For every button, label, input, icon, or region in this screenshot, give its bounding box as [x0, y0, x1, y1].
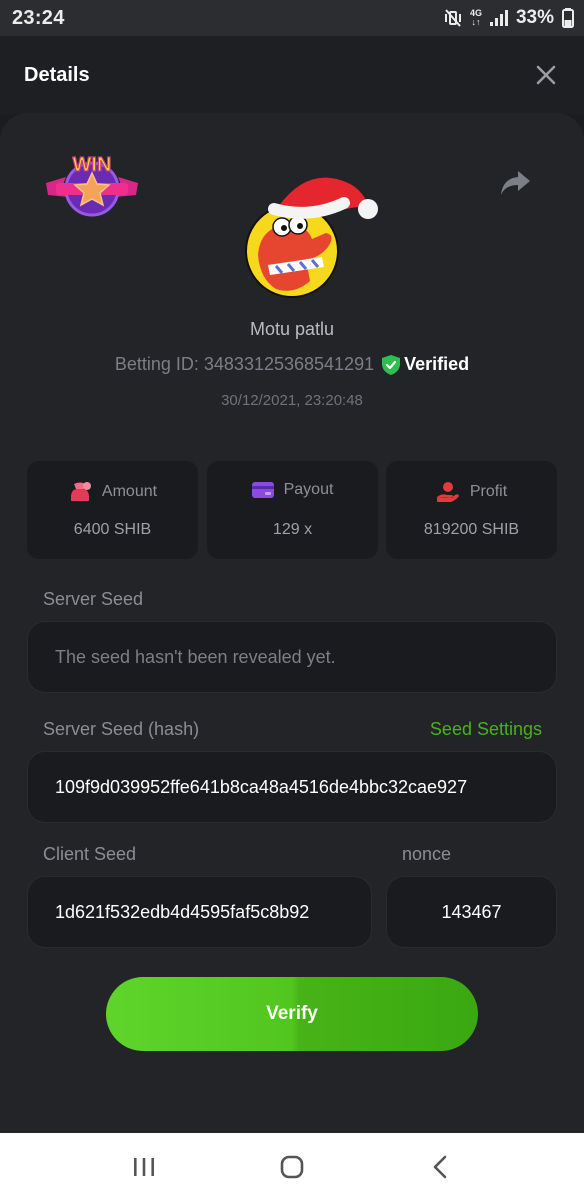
amount-label: Amount: [101, 483, 158, 500]
amount-value: 6400 SHIB: [73, 521, 152, 538]
recent-apps-button[interactable]: [124, 1147, 164, 1187]
page-title: Details: [24, 63, 90, 86]
server-seed-field[interactable]: The seed hasn't been revealed yet.: [27, 621, 557, 693]
payout-label: Payout: [283, 481, 334, 498]
verify-button[interactable]: Verify: [106, 977, 478, 1051]
details-card: WIN Motu patlu Betting ID: 3483312536854…: [0, 113, 584, 1133]
recent-apps-icon: [134, 1157, 154, 1176]
money-bag-icon: [70, 482, 91, 501]
network-type-icon: 4G ↓↑: [469, 8, 482, 27]
profit-label: Profit: [469, 483, 508, 500]
system-nav-bar: [0, 1133, 584, 1200]
signal-icon: [489, 10, 508, 26]
nonce-label: nonce: [402, 844, 452, 864]
client-seed-field[interactable]: 1d621f532edb4d4595faf5c8b92: [27, 876, 372, 948]
avatar: [245, 177, 378, 298]
profit-hand-icon: [436, 482, 459, 502]
share-button[interactable]: [498, 168, 532, 198]
stat-amount: Amount 6400 SHIB: [27, 461, 198, 559]
shield-check-icon: [382, 354, 401, 375]
verified-badge: Verified: [382, 354, 469, 375]
status-bar: 23:24 4G ↓↑ 33%: [0, 0, 584, 36]
battery-level: 33%: [515, 7, 554, 28]
player-name: Motu patlu: [249, 319, 335, 339]
status-icons: 4G ↓↑ 33%: [444, 7, 574, 29]
win-badge-icon: WIN: [46, 153, 138, 217]
stat-profit: Profit 819200 SHIB: [386, 461, 557, 559]
home-button[interactable]: [272, 1147, 312, 1187]
client-seed-value: 1d621f532edb4d4595faf5c8b92: [55, 901, 310, 922]
back-icon: [433, 1155, 447, 1178]
close-icon: [536, 65, 556, 85]
nonce-value: 143467: [441, 901, 502, 922]
stat-payout: Payout 129 x: [207, 461, 378, 559]
header: Details: [0, 36, 584, 114]
betting-id-row: Betting ID: 34833125368541291 Verified: [0, 354, 584, 375]
home-icon: [280, 1155, 304, 1178]
server-seed-value: The seed hasn't been revealed yet.: [55, 646, 336, 667]
screen: 23:24 4G ↓↑ 33% Details WIN Motu patlu B…: [0, 0, 584, 1200]
status-time: 23:24: [12, 6, 65, 29]
win-badge-text: WIN: [73, 154, 112, 176]
server-seed-hash-label: Server Seed (hash): [43, 719, 200, 739]
verified-label: Verified: [404, 354, 470, 374]
server-seed-hash-value: 109f9d039952ffe641b8ca48a4516de4bbc32cae…: [55, 776, 468, 797]
bet-datetime: 30/12/2021, 23:20:48: [221, 392, 363, 409]
server-seed-hash-field[interactable]: 109f9d039952ffe641b8ca48a4516de4bbc32cae…: [27, 751, 557, 823]
payout-value: 129 x: [272, 521, 313, 538]
battery-icon: [562, 8, 574, 28]
profit-value: 819200 SHIB: [423, 521, 520, 538]
nonce-field[interactable]: 143467: [386, 876, 557, 948]
close-button[interactable]: [532, 61, 560, 89]
betting-id: Betting ID: 34833125368541291: [114, 354, 375, 374]
share-icon: [501, 171, 530, 195]
card-icon: [251, 482, 274, 498]
back-button[interactable]: [420, 1147, 460, 1187]
vibrate-mute-icon: [444, 9, 461, 27]
seed-settings-link[interactable]: Seed Settings: [430, 719, 542, 740]
server-seed-label: Server Seed: [43, 589, 144, 609]
client-seed-label: Client Seed: [43, 844, 137, 864]
